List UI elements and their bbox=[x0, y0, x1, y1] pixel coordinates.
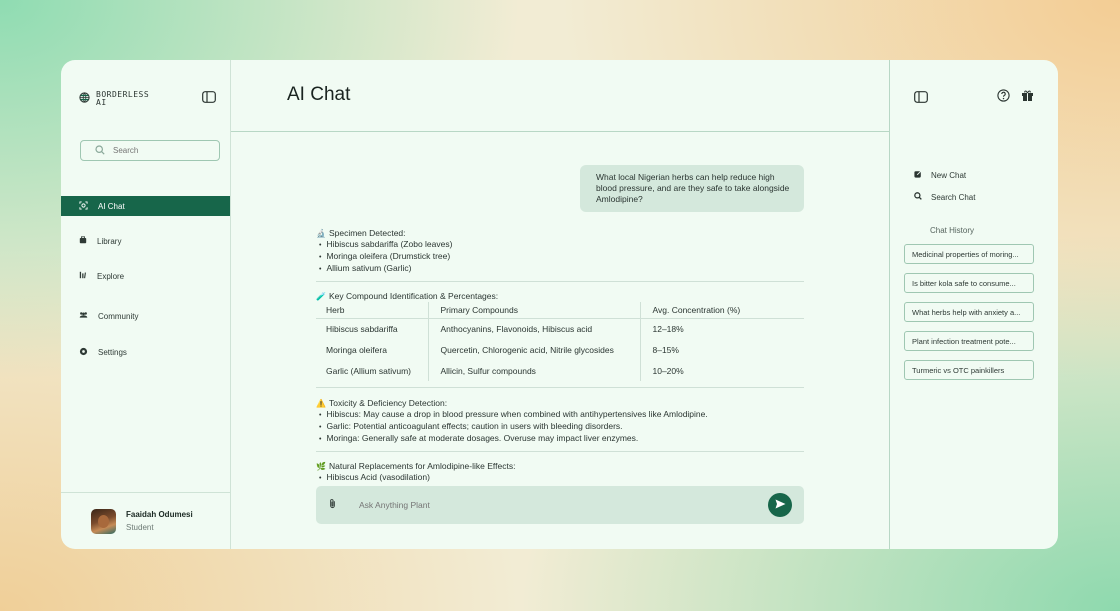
sidebar-item-community[interactable]: Community bbox=[61, 306, 230, 326]
chat-history-item[interactable]: What herbs help with anxiety a... bbox=[904, 302, 1034, 322]
community-icon bbox=[79, 311, 88, 321]
message-composer bbox=[316, 486, 804, 524]
sidebar-item-label: Library bbox=[97, 236, 122, 246]
sidebar-item-label: Settings bbox=[98, 347, 127, 357]
chat-history-item[interactable]: Is bitter kola safe to consume... bbox=[904, 273, 1034, 293]
compounds-section: 🧪 Key Compound Identification & Percentag… bbox=[316, 291, 804, 381]
test-tube-icon: 🧪 bbox=[316, 292, 326, 301]
chat-history-item[interactable]: Medicinal properties of moring... bbox=[904, 244, 1034, 264]
search-icon bbox=[95, 142, 105, 160]
chat-history-label: Chat History bbox=[930, 226, 975, 235]
divider bbox=[316, 451, 804, 452]
ai-answer: 🔬Specimen Detected: Hibiscus sabdariffa … bbox=[316, 228, 804, 484]
right-panel: New Chat Search Chat Chat History Medici… bbox=[889, 60, 1058, 549]
new-chat-label: New Chat bbox=[931, 170, 967, 180]
app-window: BORDERLESS AI AI Chat bbox=[61, 60, 1058, 549]
section-title: Toxicity & Deficiency Detection: bbox=[328, 398, 448, 408]
brand-logo[interactable]: BORDERLESS AI bbox=[79, 90, 156, 108]
left-sidebar: BORDERLESS AI AI Chat bbox=[61, 60, 231, 549]
chat-history-item[interactable]: Turmeric vs OTC painkillers bbox=[904, 360, 1034, 380]
compounds-table: Herb Primary Compounds Avg. Concentratio… bbox=[316, 302, 804, 381]
search-box[interactable] bbox=[80, 140, 220, 161]
replacements-section: 🌿 Natural Replacements for Amlodipine-lik… bbox=[316, 461, 804, 484]
main-header: AI Chat bbox=[231, 60, 889, 132]
table-cell: Allicin, Sulfur compounds bbox=[427, 360, 640, 381]
brand-name-line2: AI bbox=[96, 98, 107, 107]
sidebar-item-library[interactable]: Library bbox=[61, 231, 230, 251]
section-title: Natural Replacements for Amlodipine-like… bbox=[328, 461, 516, 471]
list-item: Garlic: Potential anticoagulant effects;… bbox=[316, 421, 804, 433]
attachment-icon[interactable] bbox=[328, 496, 337, 514]
column-header: Herb bbox=[316, 302, 428, 319]
table-cell: Moringa oleifera bbox=[326, 344, 387, 355]
gift-icon[interactable] bbox=[1021, 89, 1034, 107]
sidebar-item-ai-chat[interactable]: AI Chat bbox=[61, 196, 230, 216]
table-cell: Hibiscus sabdariffa bbox=[326, 323, 398, 334]
search-icon bbox=[914, 192, 922, 202]
list-item: Moringa oleifera (Drumstick tree) bbox=[316, 251, 804, 263]
profile-name: Faaidah Odumesi bbox=[126, 510, 193, 519]
divider bbox=[316, 281, 804, 282]
chat-main: AI Chat What local Nigerian herbs can he… bbox=[231, 60, 889, 549]
search-input[interactable] bbox=[113, 146, 203, 155]
microscope-icon: 🔬 bbox=[316, 229, 326, 238]
panel-toggle-icon[interactable] bbox=[914, 90, 928, 108]
list-item: Hibiscus Acid (vasodilation) bbox=[316, 472, 804, 484]
message-input[interactable] bbox=[359, 500, 739, 510]
divider bbox=[316, 387, 804, 388]
sidebar-item-label: Explore bbox=[97, 271, 125, 281]
section-title: Specimen Detected: bbox=[328, 228, 406, 238]
table-cell: 10–20% bbox=[639, 360, 804, 381]
table-row: Garlic (Allium sativum) Allicin, Sulfur … bbox=[316, 360, 804, 381]
new-chat-icon bbox=[914, 170, 922, 180]
user-profile[interactable]: Faaidah Odumesi Student bbox=[61, 492, 230, 549]
table-cell: 8–15% bbox=[639, 339, 804, 360]
sidebar-item-explore[interactable]: Explore bbox=[61, 266, 230, 286]
settings-icon bbox=[79, 347, 88, 358]
list-item: Hibiscus sabdariffa (Zobo leaves) bbox=[316, 239, 804, 251]
toxicity-section: ⚠️Toxicity & Deficiency Detection: Hibis… bbox=[316, 398, 804, 445]
avatar bbox=[91, 508, 116, 534]
search-chat-button[interactable]: Search Chat bbox=[914, 192, 975, 202]
table-cell: 12–18% bbox=[639, 318, 804, 339]
profile-role: Student bbox=[126, 523, 154, 532]
page-title: AI Chat bbox=[287, 84, 351, 105]
table-cell: Quercetin, Chlorogenic acid, Nitrile gly… bbox=[427, 339, 640, 360]
user-message-bubble: What local Nigerian herbs can help reduc… bbox=[580, 165, 804, 212]
chat-history-item[interactable]: Plant infection treatment pote... bbox=[904, 331, 1034, 351]
table-row: Hibiscus sabdariffa Anthocyanins, Flavon… bbox=[316, 318, 804, 339]
list-item: Moringa: Generally safe at moderate dosa… bbox=[316, 433, 804, 445]
sidebar-toggle-icon[interactable] bbox=[202, 90, 216, 108]
specimen-section: 🔬Specimen Detected: Hibiscus sabdariffa … bbox=[316, 228, 804, 275]
list-item: Hibiscus: May cause a drop in blood pres… bbox=[316, 409, 804, 421]
ai-chat-icon bbox=[79, 200, 88, 212]
send-icon bbox=[775, 496, 786, 514]
list-item: Allium sativum (Garlic) bbox=[316, 263, 804, 275]
sidebar-item-settings[interactable]: Settings bbox=[61, 342, 230, 362]
globe-icon bbox=[79, 90, 90, 108]
search-chat-label: Search Chat bbox=[931, 192, 976, 202]
table-cell: Anthocyanins, Flavonoids, Hibiscus acid bbox=[427, 318, 640, 339]
section-title: Key Compound Identification & Percentage… bbox=[328, 291, 499, 301]
new-chat-button[interactable]: New Chat bbox=[914, 170, 966, 180]
brand-name: BORDERLESS AI bbox=[96, 91, 156, 107]
herb-icon: 🌿 bbox=[316, 462, 326, 471]
column-header: Primary Compounds bbox=[427, 302, 640, 319]
table-header-row: Herb Primary Compounds Avg. Concentratio… bbox=[316, 302, 804, 319]
table-row: Moringa oleifera Quercetin, Chlorogenic … bbox=[316, 339, 804, 360]
help-icon[interactable] bbox=[997, 89, 1010, 107]
column-header: Avg. Concentration (%) bbox=[639, 302, 804, 319]
send-button[interactable] bbox=[768, 493, 792, 517]
table-cell: Garlic (Allium sativum) bbox=[326, 365, 412, 376]
sidebar-item-label: Community bbox=[98, 311, 139, 321]
explore-icon bbox=[79, 271, 87, 281]
library-icon bbox=[79, 236, 87, 246]
warning-icon: ⚠️ bbox=[316, 399, 326, 408]
sidebar-item-label: AI Chat bbox=[98, 201, 125, 211]
